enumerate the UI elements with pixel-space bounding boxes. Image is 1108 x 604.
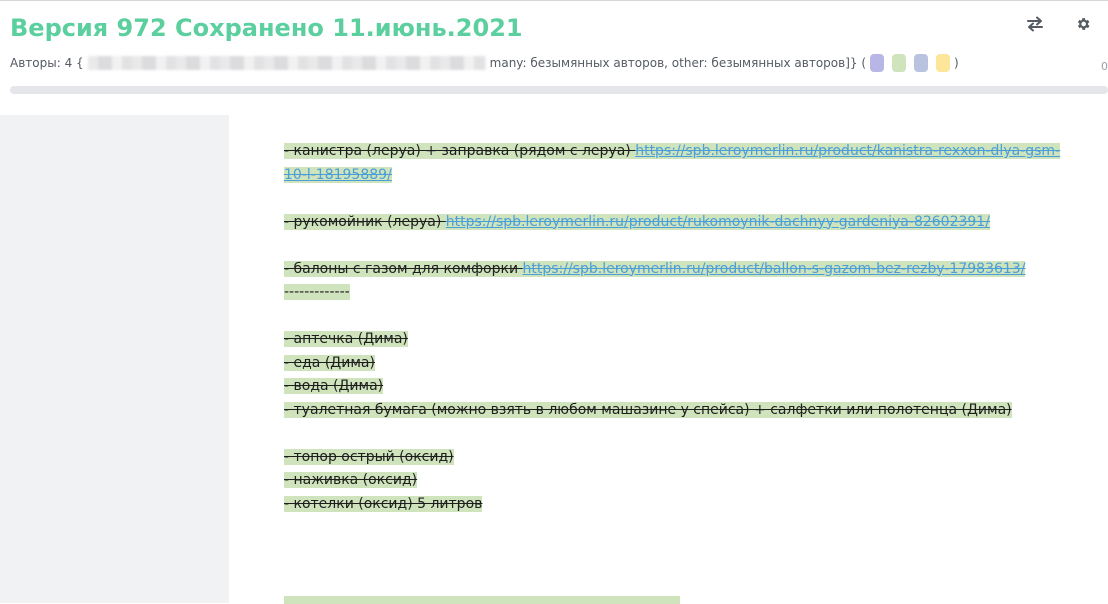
item-text: - балоны с газом для комфорки	[284, 260, 523, 277]
list-item: - туалетная бумага (можно взять в любом …	[284, 399, 1064, 423]
authors-suffix: many: безымянных авторов, other: безымян…	[489, 56, 867, 70]
list-item: - вода (Дима)	[284, 375, 1064, 399]
author-color-chip[interactable]	[936, 54, 951, 72]
corner-counter: 0	[1101, 60, 1108, 73]
list-item: - топор острый (оксид)	[284, 446, 1064, 470]
list-item: - рукомойник (леруа) https://spb.leroyme…	[284, 211, 1064, 235]
swap-button[interactable]	[1023, 12, 1047, 36]
item-text: - наживка (оксид)	[284, 472, 418, 488]
list-item-continuation: 10-l-18195889/	[284, 164, 1064, 188]
item-text: - еда (Дима)	[284, 354, 375, 371]
item-text: - канистра (леруа) + заправка (рядом с л…	[284, 143, 636, 159]
list-item: - наживка (оксид)	[284, 469, 1064, 493]
top-border	[0, 0, 1108, 1]
document-body: - канистра (леруа) + заправка (рядом с л…	[284, 140, 1064, 516]
page-title: Версия 972 Сохранено 11.июнь.2021	[10, 14, 523, 42]
swap-arrows-icon	[1027, 16, 1043, 32]
item-text: - аптечка (Дима)	[284, 331, 408, 347]
author-color-chip[interactable]	[892, 54, 907, 72]
author-color-chip[interactable]	[914, 54, 929, 72]
gear-icon	[1077, 18, 1090, 30]
item-text: - рукомойник (леруа)	[284, 213, 446, 230]
product-link[interactable]: https://spb.leroymerlin.ru/product/rukom…	[446, 214, 990, 230]
list-item: - балоны с газом для комфорки https://sp…	[284, 258, 1064, 282]
authors-prefix: Авторы: 4 {	[10, 56, 84, 70]
list-item: - канистра (леруа) + заправка (рядом с л…	[284, 140, 1064, 164]
item-text: - вода (Дима)	[284, 378, 384, 394]
sidebar-panel	[0, 115, 229, 603]
product-link[interactable]: https://spb.leroymerlin.ru/product/ballo…	[523, 261, 1026, 277]
redacted-author-names	[87, 56, 486, 70]
list-item: - котелки (оксид) 5 литров	[284, 493, 1064, 517]
item-text: - котелки (оксид) 5 литров	[284, 495, 483, 512]
product-link-continuation[interactable]: 10-l-18195889/	[284, 167, 392, 183]
authors-close: )	[954, 56, 959, 70]
list-item: - еда (Дима)	[284, 352, 1064, 376]
separator-line: -------------	[284, 281, 1064, 305]
list-item: - аптечка (Дима)	[284, 328, 1064, 352]
item-text: - туалетная бумага (можно взять в любом …	[284, 401, 1012, 418]
separator-text: -------------	[284, 284, 350, 300]
author-color-chip[interactable]	[870, 54, 885, 72]
timeline-slider[interactable]	[10, 86, 1108, 94]
product-link[interactable]: https://spb.leroymerlin.ru/product/kanis…	[635, 143, 1060, 159]
item-text: - топор острый (оксид)	[284, 448, 454, 465]
authors-line: Авторы: 4 { many: безымянных авторов, ot…	[10, 54, 959, 72]
settings-button[interactable]	[1071, 12, 1095, 36]
